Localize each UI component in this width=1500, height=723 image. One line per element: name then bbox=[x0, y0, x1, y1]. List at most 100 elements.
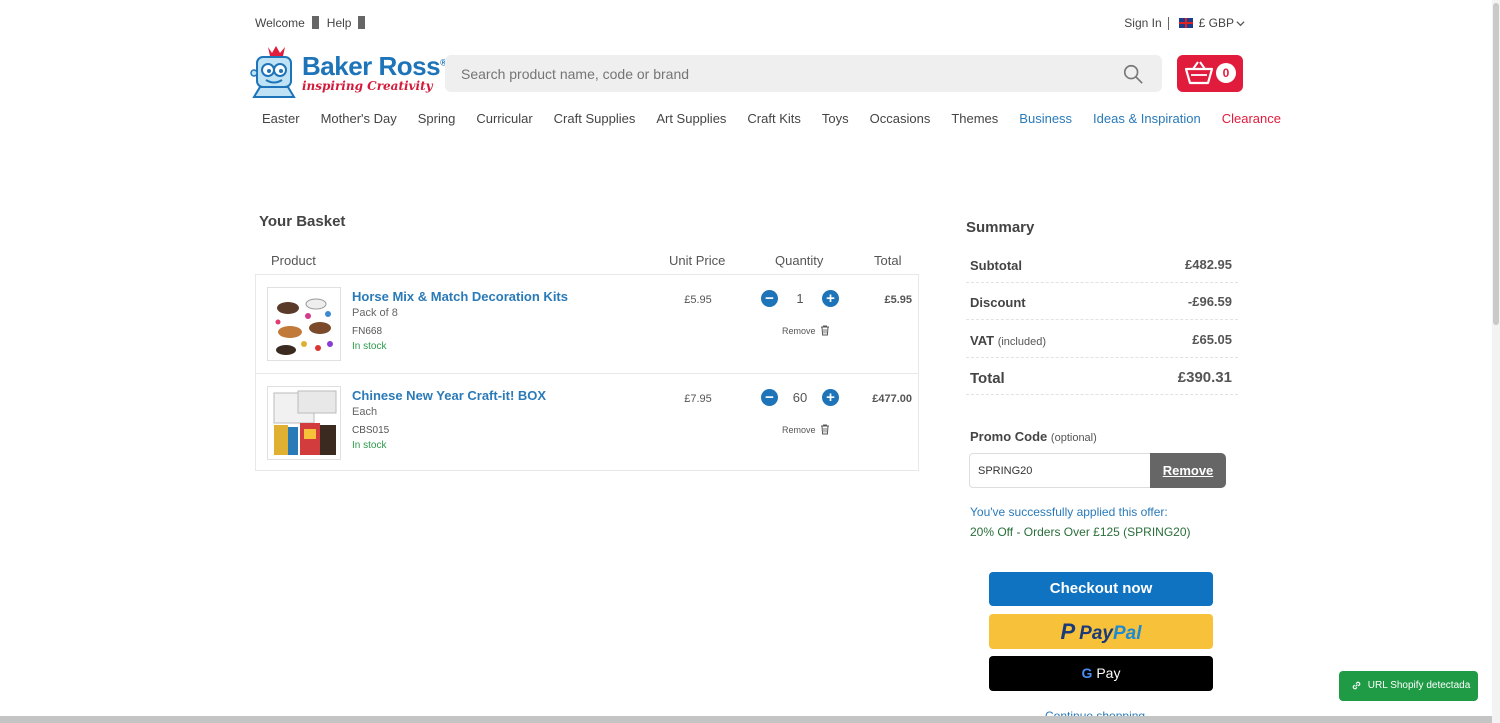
baker-ross-logo[interactable]: Baker Ross® inspiring Creativity bbox=[250, 43, 447, 99]
divider bbox=[358, 16, 366, 29]
nav-item-toys[interactable]: Toys bbox=[822, 111, 849, 127]
sign-in-link[interactable]: Sign In bbox=[1124, 16, 1161, 30]
basket-count-badge: 0 bbox=[1216, 63, 1236, 83]
craft-box-image bbox=[268, 387, 340, 459]
product-code: CBS015 bbox=[352, 425, 390, 436]
basket-icon bbox=[1185, 61, 1213, 85]
search-bar bbox=[445, 55, 1162, 92]
vat-note: (included) bbox=[997, 336, 1047, 348]
brand-tagline: inspiring Creativity bbox=[302, 79, 433, 93]
divider bbox=[311, 16, 319, 29]
search-icon[interactable] bbox=[1122, 63, 1144, 85]
product-name-link[interactable]: Chinese New Year Craft-it! BOX bbox=[352, 388, 546, 403]
brand-name: Baker Ross bbox=[302, 51, 441, 81]
unit-price: £7.95 bbox=[684, 393, 712, 405]
help-link[interactable]: Help bbox=[327, 16, 359, 30]
unit-price: £5.95 bbox=[684, 294, 712, 306]
subtotal-label: Subtotal bbox=[970, 258, 1022, 273]
shopify-label: URL Shopify detectada bbox=[1367, 680, 1471, 691]
remove-item-button[interactable]: Remove bbox=[782, 325, 830, 336]
line-total: £5.95 bbox=[884, 294, 912, 306]
gpay-label: Pay bbox=[1096, 665, 1121, 681]
google-pay-button[interactable]: G Pay bbox=[989, 656, 1213, 691]
stock-status: In stock bbox=[352, 341, 387, 352]
product-image[interactable] bbox=[267, 287, 341, 361]
trash-icon bbox=[820, 424, 829, 435]
uk-flag-icon bbox=[1178, 18, 1193, 28]
vat-value: £65.05 bbox=[1192, 332, 1232, 347]
horse-kit-image bbox=[268, 288, 340, 360]
nav-item-spring[interactable]: Spring bbox=[418, 111, 456, 127]
promo-label-text: Promo Code bbox=[970, 429, 1048, 444]
paypal-logo-icon: P bbox=[1060, 619, 1076, 644]
nav-item-craft-supplies[interactable]: Craft Supplies bbox=[554, 111, 636, 127]
discount-value: -£96.59 bbox=[1187, 294, 1232, 309]
scrollbar-thumb[interactable] bbox=[1493, 3, 1499, 325]
subtotal-value: £482.95 bbox=[1185, 257, 1232, 272]
nav-item-mothers-day[interactable]: Mother's Day bbox=[321, 111, 397, 127]
summary-title: Summary bbox=[966, 219, 1035, 236]
nav-item-curricular[interactable]: Curricular bbox=[476, 111, 532, 127]
product-variant: Each bbox=[352, 406, 378, 418]
google-g-icon: G bbox=[1081, 665, 1093, 681]
chevron-down-icon[interactable] bbox=[1236, 19, 1245, 28]
remove-label: Remove bbox=[782, 424, 816, 435]
product-variant: Pack of 8 bbox=[352, 307, 398, 319]
applied-offer-text: 20% Off - Orders Over £125 (SPRING20) bbox=[970, 525, 1191, 539]
header-quantity: Quantity bbox=[775, 253, 824, 268]
product-name-link[interactable]: Horse Mix & Match Decoration Kits bbox=[352, 289, 568, 304]
remove-item-button[interactable]: Remove bbox=[782, 424, 830, 435]
horizontal-scrollbar[interactable] bbox=[0, 716, 1492, 723]
paypal-wordmark-pay: Pay bbox=[1079, 623, 1113, 644]
basket-button[interactable]: 0 bbox=[1177, 55, 1243, 92]
vertical-scrollbar[interactable] bbox=[1492, 0, 1500, 723]
product-image[interactable] bbox=[267, 386, 341, 460]
divider bbox=[1167, 16, 1169, 30]
quantity-stepper: − 1 + bbox=[761, 290, 841, 308]
stock-status: In stock bbox=[352, 440, 387, 451]
header-total: Total bbox=[874, 253, 902, 268]
basket-item: Chinese New Year Craft-it! BOX Each CBS0… bbox=[256, 373, 918, 471]
paypal-wordmark-pal: Pal bbox=[1112, 623, 1142, 644]
nav-item-business[interactable]: Business bbox=[1019, 111, 1072, 127]
summary-row-total: Total £390.31 bbox=[966, 358, 1238, 395]
remove-label: Remove bbox=[782, 325, 816, 336]
shopify-detector-badge[interactable]: URL Shopify detectada bbox=[1339, 671, 1478, 701]
trash-icon bbox=[820, 325, 829, 336]
header-unit-price: Unit Price bbox=[669, 253, 726, 268]
basket-title: Your Basket bbox=[259, 213, 346, 230]
summary-row-discount: Discount -£96.59 bbox=[966, 283, 1238, 320]
decrease-quantity-button[interactable]: − bbox=[761, 290, 778, 307]
nav-item-easter[interactable]: Easter bbox=[262, 111, 300, 127]
basket-item: Horse Mix & Match Decoration Kits Pack o… bbox=[256, 275, 918, 373]
nav-item-craft-kits[interactable]: Craft Kits bbox=[747, 111, 800, 127]
nav-item-ideas-inspiration[interactable]: Ideas & Inspiration bbox=[1093, 111, 1201, 127]
summary-row-subtotal: Subtotal £482.95 bbox=[966, 246, 1238, 283]
mascot-logo-icon bbox=[250, 46, 296, 98]
search-input[interactable] bbox=[445, 55, 1085, 92]
main-nav: Easter Mother's Day Spring Curricular Cr… bbox=[262, 111, 1281, 127]
currency-selector[interactable]: £ GBP bbox=[1199, 16, 1234, 30]
promo-optional-text: (optional) bbox=[1050, 432, 1097, 444]
nav-item-themes[interactable]: Themes bbox=[951, 111, 998, 127]
remove-promo-button[interactable]: Remove bbox=[1150, 453, 1226, 488]
promo-code-input[interactable] bbox=[969, 453, 1152, 488]
decrease-quantity-button[interactable]: − bbox=[761, 389, 778, 406]
vat-label: VAT bbox=[970, 333, 995, 348]
promo-success-message: You've successfully applied this offer: bbox=[970, 505, 1168, 519]
paypal-button[interactable]: P PayPal bbox=[989, 614, 1213, 649]
welcome-link[interactable]: Welcome bbox=[255, 16, 312, 30]
nav-item-clearance[interactable]: Clearance bbox=[1222, 111, 1281, 127]
nav-item-occasions[interactable]: Occasions bbox=[870, 111, 931, 127]
increase-quantity-button[interactable]: + bbox=[822, 389, 839, 406]
product-code: FN668 bbox=[352, 326, 383, 337]
quantity-value[interactable]: 60 bbox=[779, 390, 821, 405]
nav-item-art-supplies[interactable]: Art Supplies bbox=[656, 111, 726, 127]
total-label: Total bbox=[970, 370, 1005, 387]
increase-quantity-button[interactable]: + bbox=[822, 290, 839, 307]
basket-items: Horse Mix & Match Decoration Kits Pack o… bbox=[255, 274, 919, 471]
quantity-value[interactable]: 1 bbox=[779, 291, 821, 306]
checkout-now-button[interactable]: Checkout now bbox=[989, 572, 1213, 606]
header-product: Product bbox=[271, 253, 316, 268]
discount-label: Discount bbox=[970, 295, 1026, 310]
